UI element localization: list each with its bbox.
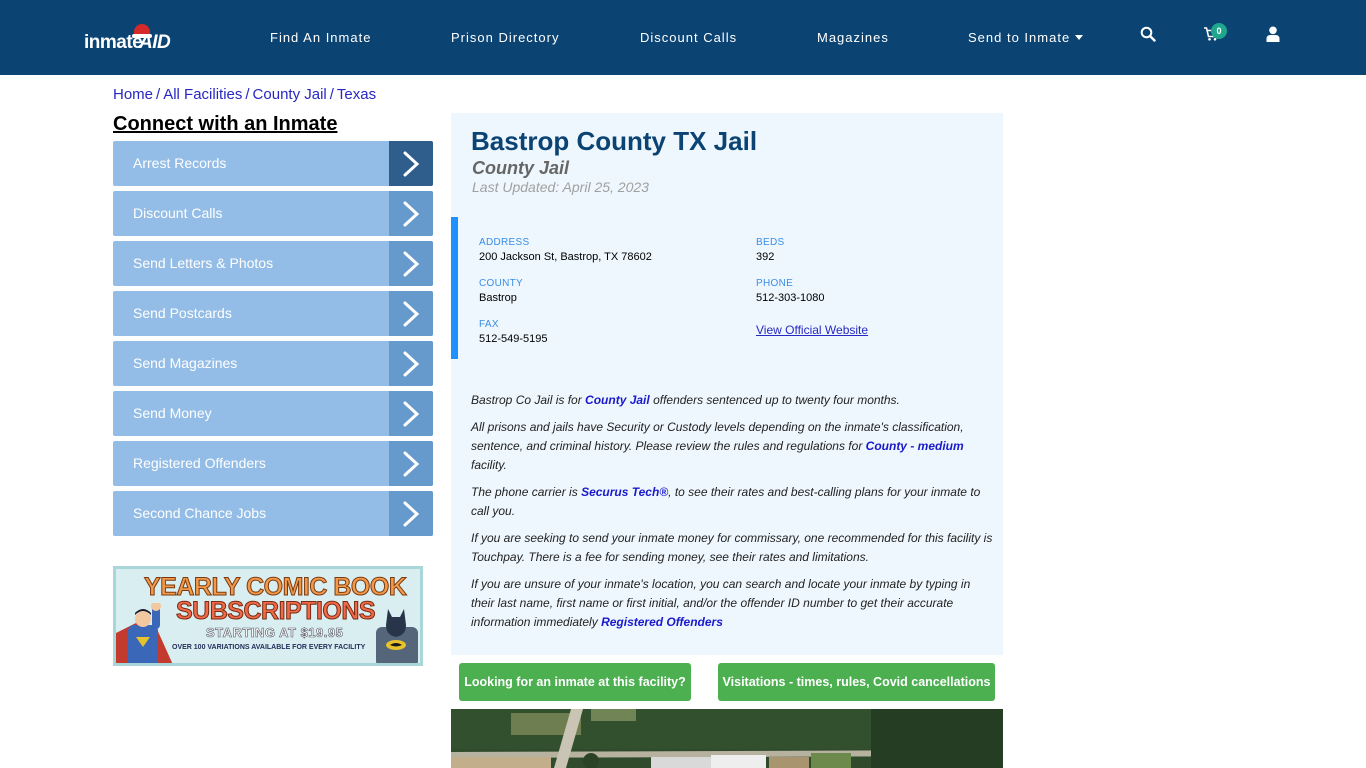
sidebar-item-send-postcards[interactable]: Send Postcards: [113, 291, 433, 336]
phone-value: 512-303-1080: [756, 292, 825, 304]
ad-headline-2: SUBSCRIPTIONS: [175, 597, 376, 626]
fax-label: FAX: [479, 319, 499, 330]
top-navigation-bar: inmate AID Find An Inmate Prison Directo…: [0, 0, 1366, 75]
breadcrumb-texas[interactable]: Texas: [337, 86, 376, 103]
sidebar-menu: Arrest Records Discount Calls Send Lette…: [113, 141, 433, 541]
breadcrumb-home[interactable]: Home: [113, 86, 153, 103]
cart-count-badge: 0: [1211, 23, 1227, 39]
text: The phone carrier is: [471, 485, 582, 499]
address-field: ADDRESS 200 Jackson St, Bastrop, TX 7860…: [479, 237, 652, 263]
description-paragraph: If you are seeking to send your inmate m…: [471, 531, 993, 564]
facility-details-card: ADDRESS 200 Jackson St, Bastrop, TX 7860…: [451, 217, 1003, 359]
county-value: Bastrop: [479, 292, 517, 304]
county-field: COUNTY Bastrop: [479, 278, 523, 304]
sidebar-title: Connect with an Inmate: [113, 113, 338, 135]
sidebar-item-send-money[interactable]: Send Money: [113, 391, 433, 436]
sidebar-item-label: Send Postcards: [133, 305, 232, 321]
sidebar-item-label: Arrest Records: [133, 155, 227, 171]
description-paragraph: The phone carrier is Securus Tech®, to s…: [471, 483, 996, 521]
chevron-right-icon: [389, 241, 433, 286]
facility-name: Bastrop County TX Jail: [471, 126, 758, 156]
chevron-right-icon: [389, 491, 433, 536]
phone-field: PHONE 512-303-1080: [756, 278, 825, 304]
search-icon[interactable]: [1140, 26, 1162, 48]
nav-send-to-inmate[interactable]: Send to Inmate: [968, 30, 1084, 45]
facility-description: Bastrop Co Jail is for County Jail offen…: [471, 391, 996, 640]
registered-offenders-link[interactable]: Registered Offenders: [601, 615, 723, 629]
sidebar-item-label: Send Letters & Photos: [133, 255, 274, 271]
beds-field: BEDS 392: [756, 237, 784, 263]
beds-label: BEDS: [756, 237, 785, 248]
sidebar-item-label: Discount Calls: [133, 205, 223, 221]
address-value: 200 Jackson St, Bastrop, TX 78602: [479, 251, 652, 263]
facility-aerial-photo: [451, 709, 1003, 768]
sidebar-item-discount-calls[interactable]: Discount Calls: [113, 191, 433, 236]
text: facility.: [471, 458, 507, 472]
nav-discount-calls[interactable]: Discount Calls: [640, 30, 737, 45]
description-paragraph: If you are unsure of your inmate's locat…: [471, 575, 996, 632]
breadcrumb-county-jail[interactable]: County Jail: [253, 86, 327, 103]
nav-find-an-inmate[interactable]: Find An Inmate: [270, 30, 371, 45]
sidebar-item-second-chance-jobs[interactable]: Second Chance Jobs: [113, 491, 433, 536]
text: Bastrop Co Jail is for: [471, 393, 586, 407]
breadcrumb-all-facilities[interactable]: All Facilities: [163, 86, 242, 103]
sidebar-item-label: Send Magazines: [133, 355, 238, 371]
superhero-illustration-left: [116, 603, 173, 663]
description-paragraph: Bastrop Co Jail is for County Jail offen…: [471, 391, 996, 410]
ad-price: STARTING AT $19.95: [206, 625, 344, 641]
chevron-right-icon: [389, 391, 433, 436]
sidebar-item-label: Second Chance Jobs: [133, 505, 267, 521]
chevron-right-icon: [389, 291, 433, 336]
breadcrumb: Home / All Facilities / County Jail / Texas: [113, 86, 376, 103]
visitations-button[interactable]: Visitations - times, rules, Covid cancel…: [718, 663, 995, 701]
chevron-right-icon: [389, 141, 433, 186]
facility-info-panel: Bastrop County TX Jail County Jail Last …: [451, 113, 1003, 655]
nav-send-to-inmate-label: Send to Inmate: [968, 30, 1071, 45]
website-field: View Official Website: [756, 321, 868, 339]
sidebar-item-send-magazines[interactable]: Send Magazines: [113, 341, 433, 386]
superhero-illustration-right: [376, 609, 418, 663]
facility-type: County Jail: [472, 158, 570, 178]
chevron-right-icon: [389, 441, 433, 486]
sidebar-item-send-letters-photos[interactable]: Send Letters & Photos: [113, 241, 433, 286]
phone-label: PHONE: [756, 278, 794, 289]
description-paragraph: All prisons and jails have Security or C…: [471, 418, 996, 475]
ad-tagline: OVER 100 VARIATIONS AVAILABLE FOR EVERY …: [172, 644, 366, 651]
breadcrumb-separator: /: [156, 86, 161, 103]
beds-value: 392: [756, 251, 775, 263]
sidebar-item-arrest-records[interactable]: Arrest Records: [113, 141, 433, 186]
comic-subscription-ad-banner[interactable]: YEARLY COMIC BOOK SUBSCRIPTIONS STARTING…: [113, 566, 423, 666]
find-inmate-at-facility-button[interactable]: Looking for an inmate at this facility?: [459, 663, 691, 701]
county-label: COUNTY: [479, 278, 524, 289]
last-updated: Last Updated: April 25, 2023: [472, 179, 649, 195]
county-medium-link[interactable]: County - medium: [866, 439, 964, 453]
sidebar-item-label: Registered Offenders: [133, 455, 266, 471]
securus-tech-link[interactable]: Securus Tech®: [581, 485, 668, 499]
inmateaid-logo[interactable]: inmate AID: [84, 24, 180, 56]
text: offenders sentenced up to twenty four mo…: [649, 393, 900, 407]
chevron-right-icon: [389, 341, 433, 386]
breadcrumb-separator: /: [245, 86, 250, 103]
county-jail-link[interactable]: County Jail: [585, 393, 650, 407]
aerial-photo-illustration: [451, 709, 1003, 768]
address-label: ADDRESS: [479, 237, 530, 248]
fax-field: FAX 512-549-5195: [479, 319, 548, 345]
sidebar-item-label: Send Money: [133, 405, 212, 421]
chevron-right-icon: [389, 191, 433, 236]
view-official-website-link[interactable]: View Official Website: [756, 323, 868, 337]
breadcrumb-separator: /: [329, 86, 334, 103]
fax-value: 512-549-5195: [479, 333, 548, 345]
nav-prison-directory[interactable]: Prison Directory: [451, 30, 559, 45]
logo-text-aid: AID: [139, 32, 171, 53]
nav-magazines[interactable]: Magazines: [817, 30, 889, 45]
caret-down-icon: [1075, 35, 1084, 40]
user-account-icon[interactable]: [1266, 26, 1288, 48]
sidebar-item-registered-offenders[interactable]: Registered Offenders: [113, 441, 433, 486]
